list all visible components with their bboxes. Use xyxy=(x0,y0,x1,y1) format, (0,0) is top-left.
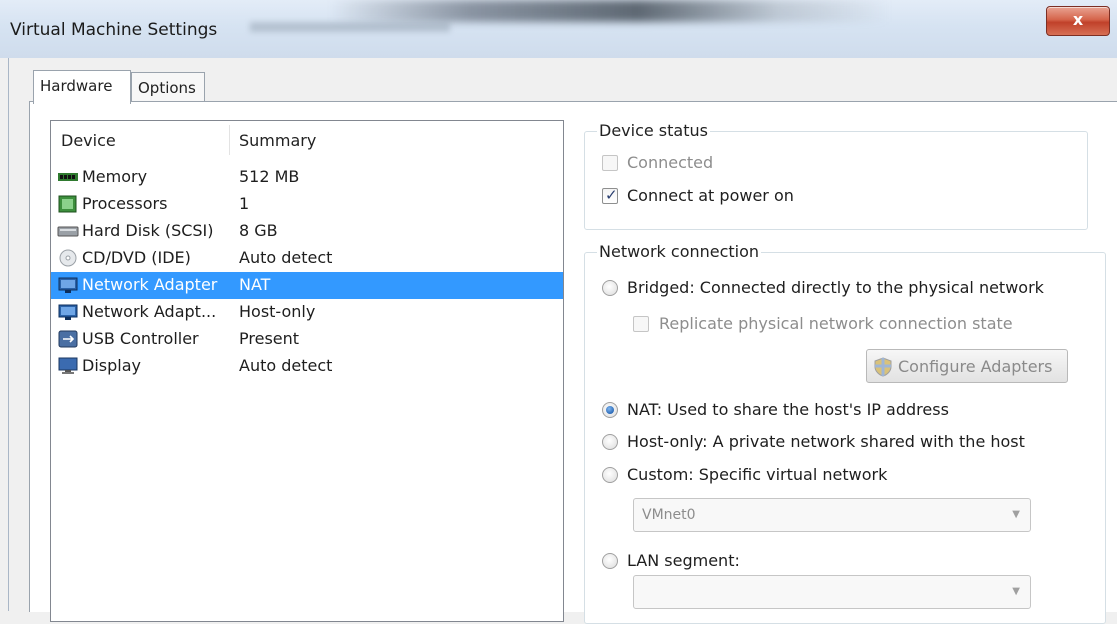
lan-segment-radio[interactable] xyxy=(602,553,618,569)
device-name: Processors xyxy=(82,194,168,213)
device-summary: 8 GB xyxy=(239,221,278,240)
tab-options[interactable]: Options xyxy=(131,72,205,102)
device-status-group: Device status Connected ✓ Connect at pow… xyxy=(584,121,1088,230)
host-only-radio[interactable] xyxy=(602,434,618,450)
hard-disk-icon xyxy=(57,226,79,237)
device-row-network-adapter[interactable]: Network Adapter NAT xyxy=(51,272,563,299)
chevron-down-icon: ▼ xyxy=(1012,509,1020,520)
device-row-display[interactable]: Display Auto detect xyxy=(51,353,563,380)
device-name: Network Adapt... xyxy=(82,302,217,321)
cd-dvd-icon xyxy=(59,249,77,267)
processor-icon xyxy=(58,195,77,213)
usb-icon xyxy=(58,330,78,348)
chevron-down-icon: ▼ xyxy=(1012,586,1020,597)
connect-at-power-on-checkbox[interactable]: ✓ xyxy=(602,186,618,204)
network-adapter-icon xyxy=(58,277,78,293)
device-list-header: Device Summary xyxy=(51,121,563,161)
replicate-state-label: Replicate physical network connection st… xyxy=(659,314,1013,333)
bridged-label: Bridged: Connected directly to the physi… xyxy=(627,278,1044,297)
device-summary: Host-only xyxy=(239,302,316,321)
device-name: CD/DVD (IDE) xyxy=(82,248,191,267)
hardware-panel: Device Summary Memory 512 MB Processors … xyxy=(29,101,1117,624)
connected-checkbox[interactable] xyxy=(602,155,618,171)
column-header-device[interactable]: Device xyxy=(61,131,116,150)
nat-radio[interactable] xyxy=(602,402,618,418)
network-adapter-icon xyxy=(58,304,78,320)
device-row-usb-controller[interactable]: USB Controller Present xyxy=(51,326,563,353)
display-icon xyxy=(58,357,78,374)
vmnet-select-value: VMnet0 xyxy=(642,507,696,523)
connect-at-power-on-label: Connect at power on xyxy=(627,186,794,205)
device-list[interactable]: Device Summary Memory 512 MB Processors … xyxy=(50,120,564,622)
device-name: Display xyxy=(82,356,141,375)
shield-icon xyxy=(874,357,892,377)
device-row-memory[interactable]: Memory 512 MB xyxy=(51,164,563,191)
device-summary: 1 xyxy=(239,194,250,213)
device-row-processors[interactable]: Processors 1 xyxy=(51,191,563,218)
title-bar[interactable]: Virtual Machine Settings x xyxy=(0,0,1117,58)
window-title: Virtual Machine Settings xyxy=(10,20,218,40)
close-icon: x xyxy=(1072,10,1084,29)
custom-label: Custom: Specific virtual network xyxy=(627,465,888,484)
device-summary: Auto detect xyxy=(239,248,333,267)
column-header-summary[interactable]: Summary xyxy=(239,131,316,150)
device-summary: Present xyxy=(239,329,300,348)
custom-radio[interactable] xyxy=(602,467,618,483)
memory-icon xyxy=(58,173,78,181)
device-name: USB Controller xyxy=(82,329,199,348)
device-name: Memory xyxy=(82,167,148,186)
column-divider[interactable] xyxy=(229,125,230,155)
replicate-state-checkbox[interactable] xyxy=(633,316,649,332)
device-summary: Auto detect xyxy=(239,356,333,375)
checkmark-icon: ✓ xyxy=(605,186,618,204)
nat-label: NAT: Used to share the host's IP address xyxy=(627,400,949,419)
device-name: Network Adapter xyxy=(82,275,218,294)
lan-segment-label: LAN segment: xyxy=(627,551,740,570)
device-name: Hard Disk (SCSI) xyxy=(82,221,214,240)
bridged-radio[interactable] xyxy=(602,280,618,296)
network-connection-group: Network connection Bridged: Connected di… xyxy=(584,242,1106,624)
network-connection-title: Network connection xyxy=(597,242,762,261)
device-status-title: Device status xyxy=(597,121,710,140)
vmnet-select[interactable]: VMnet0 ▼ xyxy=(633,498,1031,532)
radio-selected-dot xyxy=(606,406,614,414)
title-bar-glass-effect xyxy=(330,0,890,22)
title-bar-glass-effect xyxy=(250,22,450,32)
device-row-hard-disk[interactable]: Hard Disk (SCSI) 8 GB xyxy=(51,218,563,245)
connected-label: Connected xyxy=(627,153,714,172)
dialog-body: Hardware Options Device Summary Memory 5… xyxy=(8,58,1117,624)
configure-adapters-label: Configure Adapters xyxy=(898,357,1053,376)
host-only-label: Host-only: A private network shared with… xyxy=(627,432,1025,451)
device-row-network-adapter-2[interactable]: Network Adapt... Host-only xyxy=(51,299,563,326)
configure-adapters-button[interactable]: Configure Adapters xyxy=(866,349,1068,383)
device-summary: NAT xyxy=(239,275,271,294)
close-button[interactable]: x xyxy=(1046,6,1110,36)
device-summary: 512 MB xyxy=(239,167,300,186)
device-row-cd-dvd[interactable]: CD/DVD (IDE) Auto detect xyxy=(51,245,563,272)
tab-hardware[interactable]: Hardware xyxy=(33,70,131,104)
lan-segment-select[interactable]: ▼ xyxy=(633,575,1031,609)
